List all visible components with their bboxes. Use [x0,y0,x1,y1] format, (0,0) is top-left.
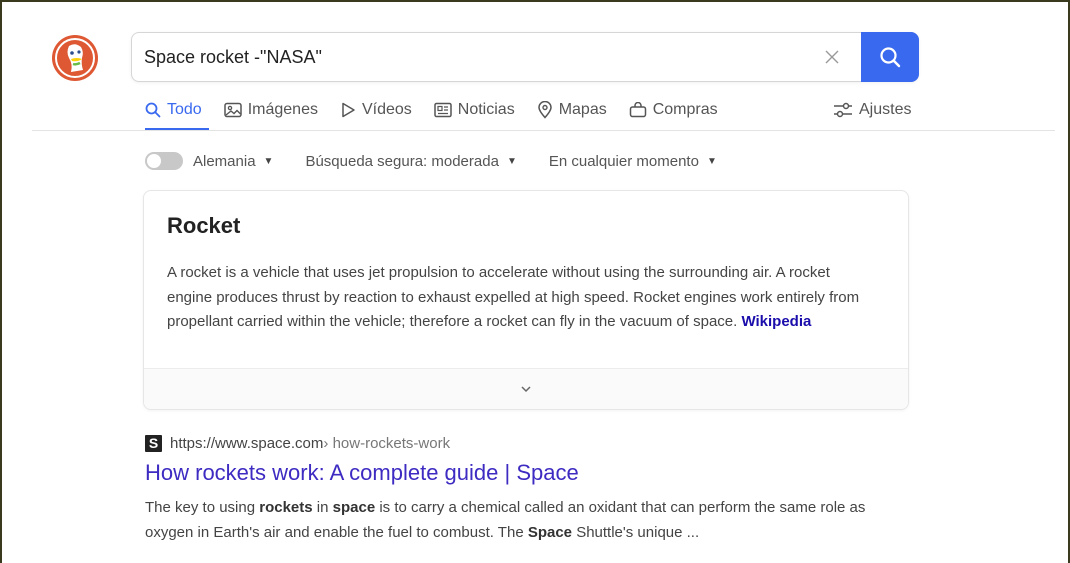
region-filter[interactable]: Alemania ▼ [193,153,273,170]
sliders-icon [834,102,852,118]
knowledge-card: Rocket A rocket is a vehicle that uses j… [143,190,909,410]
result-title-link[interactable]: How rockets work: A complete guide | Spa… [145,460,579,486]
header-divider [32,130,1055,131]
result-domain: https://www.space.com [170,434,324,452]
image-icon [223,102,242,118]
shopping-bag-icon [629,102,646,118]
card-description: A rocket is a vehicle that uses jet prop… [167,261,877,335]
region-label: Alemania [193,152,256,170]
safe-search-label: Búsqueda segura: moderada [305,152,499,170]
tab-label: Noticias [457,101,515,118]
search-bar [131,32,919,82]
result-source[interactable]: S https://www.space.com › how-rockets-wo… [145,433,450,453]
caret-down-icon: ▼ [506,155,517,167]
chevron-down-icon [521,386,531,393]
search-icon [145,102,161,118]
search-input[interactable] [144,33,804,81]
snippet-highlight: space [332,499,376,516]
tab-imagenes[interactable]: Imágenes [223,96,318,124]
tab-todo[interactable]: Todo [145,96,202,124]
time-label: En cualquier momento [548,152,699,170]
tab-compras[interactable]: Compras [629,96,718,124]
safe-search-filter[interactable]: Búsqueda segura: moderada ▼ [305,153,516,170]
search-button[interactable] [861,32,919,82]
tab-label: Compras [652,101,718,118]
settings-button[interactable]: Ajustes [833,96,911,124]
snippet-text: in [312,499,333,516]
expand-card-button[interactable] [144,368,908,409]
search-icon [880,47,901,68]
clear-search-button[interactable] [820,45,844,69]
region-toggle[interactable] [145,152,183,170]
close-icon [825,50,839,64]
snippet-highlight: Space [527,524,573,541]
caret-down-icon: ▼ [263,155,274,167]
tab-videos[interactable]: Vídeos [340,96,412,124]
tab-label: Imágenes [247,101,318,118]
snippet-text: The key to using [145,499,260,516]
settings-label: Ajustes [859,101,912,118]
result-path: › how-rockets-work [323,434,451,452]
snippet-text: Shuttle's unique ... [572,524,700,541]
time-filter[interactable]: En cualquier momento ▼ [549,153,717,170]
filter-bar: Alemania ▼ Búsqueda segura: moderada ▼ E… [145,148,749,174]
news-icon [434,102,452,118]
tab-mapas[interactable]: Mapas [537,96,607,124]
card-title: Rocket [167,213,241,238]
wikipedia-link[interactable]: Wikipedia [741,313,811,330]
result-snippet: The key to using rockets in space is to … [145,495,905,545]
site-favicon: S [145,434,162,452]
tab-label: Mapas [558,101,607,118]
snippet-highlight: rockets [259,499,313,516]
tab-label: Todo [167,101,202,118]
play-icon [342,102,355,118]
tab-label: Vídeos [361,101,412,118]
duckduckgo-logo[interactable] [51,34,99,82]
search-tabs: Todo Imágenes Vídeos Noticias Mapas Comp… [145,96,740,126]
map-pin-icon [537,101,552,119]
caret-down-icon: ▼ [706,155,717,167]
tab-noticias[interactable]: Noticias [434,96,515,124]
